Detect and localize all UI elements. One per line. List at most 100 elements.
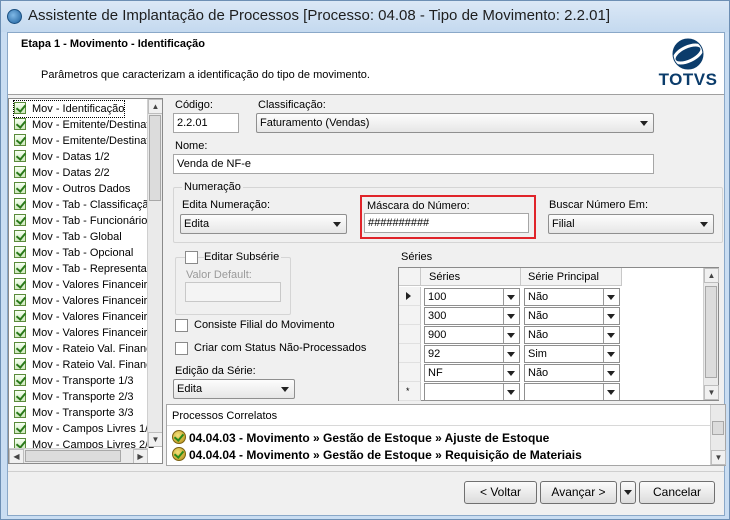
step-item[interactable]: Mov - Tab - Representan xyxy=(14,261,153,277)
cell-divider xyxy=(603,384,604,400)
criar-status-checkbox[interactable] xyxy=(175,342,188,355)
title-bar: Assistente de Implantação de Processos [… xyxy=(1,1,729,32)
scroll-right-icon[interactable]: ▶ xyxy=(133,449,148,463)
step-item[interactable]: Mov - Outros Dados xyxy=(14,181,130,197)
processo-item[interactable]: 04.04.04 - Movimento » Gestão de Estoque… xyxy=(172,447,582,462)
grid-row-header[interactable] xyxy=(399,363,421,382)
step-item[interactable]: Mov - Valores Financeiro xyxy=(14,325,153,341)
grid-row-header[interactable] xyxy=(399,344,421,363)
step-item[interactable]: Mov - Tab - Funcionário xyxy=(14,213,147,229)
serie-value: 92 xyxy=(428,348,441,360)
series-grid[interactable]: Séries Série Principal 100 Não 300 Não 900 Nã… xyxy=(398,267,719,401)
hscroll-thumb[interactable] xyxy=(25,450,121,462)
next-options-button[interactable] xyxy=(620,481,636,504)
step-item[interactable]: Mov - Tab - Classificação xyxy=(14,197,155,213)
step-item[interactable]: Mov - Campos Livres 1/2 xyxy=(14,421,154,437)
step-item[interactable]: Mov - Identificação xyxy=(12,100,126,118)
serie-cell-select[interactable]: 900 xyxy=(424,326,520,344)
processo-item[interactable]: 04.04.03 - Movimento » Gestão de Estoque… xyxy=(172,430,549,445)
step-item[interactable]: Mov - Datas 2/2 xyxy=(14,165,110,181)
scroll-thumb[interactable] xyxy=(149,115,161,201)
codigo-field[interactable]: 2.2.01 xyxy=(173,113,239,133)
grid-row-header[interactable] xyxy=(399,287,421,306)
process-ok-icon xyxy=(172,430,186,444)
next-button[interactable]: Avançar > xyxy=(540,481,617,504)
serie-value: 300 xyxy=(428,310,447,322)
serie-cell-select[interactable]: 92 xyxy=(424,345,520,363)
cell-divider xyxy=(603,365,604,381)
mascara-field[interactable]: ########## xyxy=(364,213,529,233)
principal-cell-select[interactable]: Não xyxy=(524,326,620,344)
step-item[interactable]: Mov - Emitente/Destinat xyxy=(14,133,149,149)
step-item-label: Mov - Valores Financeiro xyxy=(32,295,154,307)
nome-field[interactable]: Venda de NF-e xyxy=(173,154,654,174)
step-item[interactable]: Mov - Valores Financeiro xyxy=(14,293,153,309)
grid-row-header[interactable]: * xyxy=(399,382,421,401)
consiste-filial-label: Consiste Filial do Movimento xyxy=(194,319,335,331)
scroll-up-icon[interactable]: ▲ xyxy=(704,268,719,283)
edicao-serie-select[interactable]: Edita xyxy=(173,379,295,399)
step-item-label: Mov - Tab - Opcional xyxy=(32,247,134,259)
cancel-button[interactable]: Cancelar xyxy=(639,481,715,504)
step-item-label: Mov - Datas 2/2 xyxy=(32,167,110,179)
serie-cell-select[interactable] xyxy=(424,383,520,401)
checked-icon xyxy=(14,278,26,290)
grid-column-principal[interactable]: Série Principal xyxy=(521,268,622,286)
consiste-filial-checkbox[interactable] xyxy=(175,319,188,332)
totvs-logo-icon xyxy=(672,38,704,70)
step-item[interactable]: Mov - Datas 1/2 xyxy=(14,149,110,165)
scroll-left-icon[interactable]: ◀ xyxy=(9,449,24,463)
serie-cell-select[interactable]: 300 xyxy=(424,307,520,325)
grid-row-header[interactable] xyxy=(399,325,421,344)
step-title: Etapa 1 - Movimento - Identificação xyxy=(21,38,205,50)
cell-divider xyxy=(603,327,604,343)
processos-scroll-thumb[interactable] xyxy=(712,421,724,435)
step-item-label: Mov - Tab - Global xyxy=(32,231,122,243)
step-item[interactable]: Mov - Transporte 3/3 xyxy=(14,405,134,421)
step-item[interactable]: Mov - Tab - Opcional xyxy=(14,245,133,261)
chevron-down-icon xyxy=(507,295,515,300)
principal-cell-select[interactable] xyxy=(524,383,620,401)
serie-cell-select[interactable]: NF xyxy=(424,364,520,382)
cell-divider xyxy=(503,346,504,362)
series-group-label: Séries xyxy=(401,251,433,263)
classificacao-select[interactable]: Faturamento (Vendas) xyxy=(256,113,654,133)
step-description: Parâmetros que caracterizam a identifica… xyxy=(41,69,370,81)
step-item[interactable]: Mov - Tab - Global xyxy=(14,229,122,245)
scroll-down-icon[interactable]: ▼ xyxy=(704,385,719,400)
step-item[interactable]: Mov - Rateio Val. Financ xyxy=(14,341,152,357)
step-item[interactable]: Mov - Rateio Val. Financ xyxy=(14,357,152,373)
processos-scrollbar[interactable]: ▼ xyxy=(710,405,726,465)
principal-cell-select[interactable]: Não xyxy=(524,307,620,325)
mascara-label: Máscara do Número: xyxy=(367,200,470,212)
checked-icon xyxy=(14,118,26,130)
scroll-up-icon[interactable]: ▲ xyxy=(148,99,162,114)
cell-divider xyxy=(503,365,504,381)
edita-numeracao-select[interactable]: Edita xyxy=(180,214,347,234)
serie-cell-select[interactable]: 100 xyxy=(424,288,520,306)
step-item[interactable]: Mov - Transporte 1/3 xyxy=(14,373,134,389)
process-ok-icon xyxy=(172,447,186,461)
step-item[interactable]: Mov - Transporte 2/3 xyxy=(14,389,134,405)
chevron-down-icon xyxy=(607,333,615,338)
grid-scroll-thumb[interactable] xyxy=(705,286,717,378)
scroll-down-icon[interactable]: ▼ xyxy=(711,450,726,465)
chevron-down-icon xyxy=(607,352,615,357)
step-item[interactable]: Mov - Emitente/Destinat xyxy=(14,117,149,133)
scroll-down-icon[interactable]: ▼ xyxy=(148,432,162,447)
steps-list[interactable]: Mov - Identificação Mov - Emitente/Destin… xyxy=(8,98,163,464)
steps-vertical-scrollbar[interactable]: ▲ ▼ xyxy=(147,99,162,447)
principal-cell-select[interactable]: Sim xyxy=(524,345,620,363)
step-item[interactable]: Mov - Valores Financeiro xyxy=(14,309,153,325)
cell-divider xyxy=(503,289,504,305)
step-item[interactable]: Mov - Valores Financeiro xyxy=(14,277,153,293)
editar-subserie-checkbox[interactable] xyxy=(185,251,198,264)
steps-horizontal-scrollbar[interactable]: ◀ ▶ xyxy=(9,448,148,463)
grid-column-series[interactable]: Séries xyxy=(421,268,521,286)
principal-cell-select[interactable]: Não xyxy=(524,288,620,306)
grid-row-header[interactable] xyxy=(399,306,421,325)
principal-cell-select[interactable]: Não xyxy=(524,364,620,382)
buscar-numero-select[interactable]: Filial xyxy=(548,214,714,234)
grid-vertical-scrollbar[interactable]: ▲ ▼ xyxy=(703,268,719,400)
back-button[interactable]: < Voltar xyxy=(464,481,537,504)
